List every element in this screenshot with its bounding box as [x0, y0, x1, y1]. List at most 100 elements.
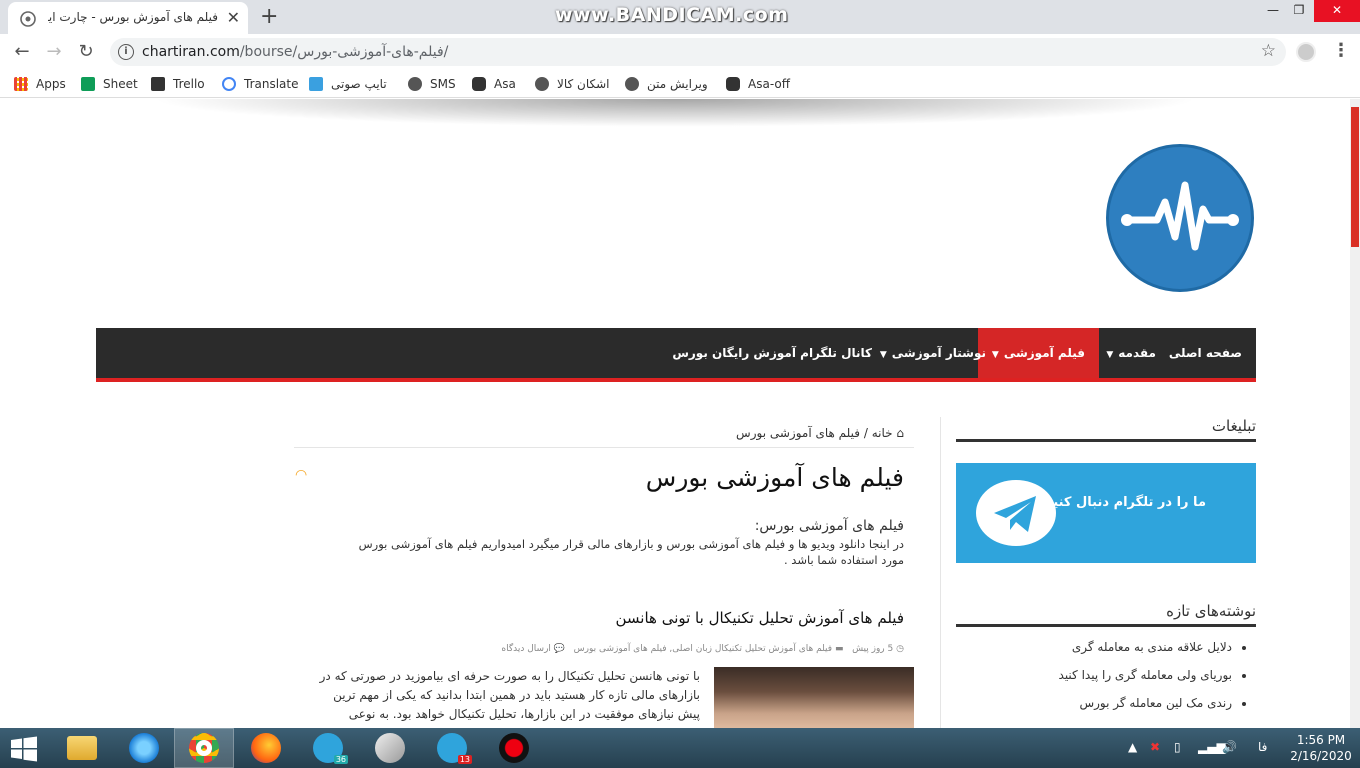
clock-date: 2/16/2020 [1290, 749, 1352, 763]
network-error-icon[interactable]: ✖ [1150, 740, 1160, 754]
bookmark-label: SMS [430, 77, 456, 91]
bookmark-asa[interactable]: Asa [472, 75, 516, 93]
bookmarks-bar: Apps Sheet Trello Translate تایپ صوتی SM… [0, 70, 1360, 98]
bandicam-watermark: www.BANDICAM.com [555, 4, 789, 26]
taskbar-file-explorer[interactable] [52, 728, 112, 768]
column-divider [940, 417, 941, 728]
sheets-icon [81, 77, 95, 91]
site-info-icon[interactable]: i [118, 44, 134, 60]
nav-label: مقدمه [1118, 346, 1156, 360]
bookmark-label: Translate [244, 77, 299, 91]
post-time: 5 روز پیش [852, 644, 894, 654]
breadcrumb-separator: / [863, 426, 868, 440]
page-scrollbar[interactable] [1350, 99, 1360, 728]
breadcrumb-divider [294, 447, 914, 448]
recent-post-label: بوریای ولی معامله گری را پیدا کنید [1058, 668, 1232, 682]
profile-avatar-icon[interactable] [1296, 42, 1316, 62]
windows-taskbar: 36 13 ▲ ✖ ▯ ▂▄▆ 🔊 فا 1:56 PM 2/16/2020 [0, 728, 1360, 768]
ads-widget-title: تبلیغات [1211, 417, 1256, 435]
bookmark-sms[interactable]: SMS [408, 75, 456, 93]
tray-expand-icon[interactable]: ▲ [1128, 740, 1137, 754]
back-icon[interactable]: ← [10, 40, 34, 64]
reload-icon[interactable]: ↻ [74, 40, 98, 64]
recent-posts-title: نوشته‌های تازه [1166, 602, 1256, 620]
taskbar-firefox[interactable] [236, 728, 296, 768]
description-line: در اینجا دانلود ویدیو ها و فیلم های آموز… [358, 537, 904, 551]
breadcrumb-current: فیلم های آموزشی بورس [736, 426, 860, 440]
bookmark-ashkan-kala[interactable]: اشکان کالا [535, 75, 610, 93]
bookmark-translate[interactable]: Translate [222, 75, 299, 93]
web-page: صفحه اصلی مقدمه ▼ فیلم آموزشی ▼ نوشتار آمو… [0, 99, 1350, 728]
bookmark-label: تایپ صوتی [331, 77, 387, 91]
recent-post-label: دلایل علاقه مندی به معامله گری [1071, 640, 1232, 654]
taskbar-rocket[interactable] [360, 728, 420, 768]
bookmark-trello[interactable]: Trello [151, 75, 205, 93]
widget-divider [956, 624, 1256, 627]
nav-home[interactable]: صفحه اصلی [1155, 328, 1256, 378]
ad-text: ما را در تلگرام دنبال کنید [1045, 495, 1206, 510]
close-window-icon[interactable]: ✕ [1314, 0, 1360, 22]
asa-icon [726, 77, 740, 91]
system-clock[interactable]: 1:56 PM 2/16/2020 [1288, 732, 1354, 764]
page-title: فیلم های آموزشی بورس [645, 463, 904, 492]
forward-icon[interactable]: → [42, 40, 66, 64]
bookmark-asa-off[interactable]: Asa-off [726, 75, 790, 93]
input-language[interactable]: فا [1258, 740, 1267, 754]
globe-icon [408, 77, 422, 91]
bookmark-label: Sheet [103, 77, 138, 91]
clock-time: 1:56 PM [1296, 733, 1346, 747]
bookmark-sheet[interactable]: Sheet [81, 75, 138, 93]
bookmark-voice-typing[interactable]: تایپ صوتی [309, 75, 387, 93]
chrome-menu-icon[interactable]: ⋮ [1332, 40, 1350, 61]
bookmark-star-icon[interactable]: ☆ [1261, 41, 1276, 61]
nav-label: کانال تلگرام آموزش رایگان بورس [672, 346, 872, 360]
chrome-favicon-icon [20, 11, 36, 27]
recent-post-label: رندی مک لین معامله گر بورس [1079, 696, 1232, 710]
post-thumbnail[interactable] [714, 667, 914, 728]
breadcrumb-home[interactable]: خانه [872, 426, 893, 440]
site-logo[interactable] [1106, 144, 1254, 292]
post-excerpt-line: بازارهای مالی تازه کار هستید باید در همی… [333, 688, 700, 702]
nav-telegram-channel[interactable]: کانال تلگرام آموزش رایگان بورس [658, 328, 886, 378]
recent-post-link[interactable]: رندی مک لین معامله گر بورس [1079, 696, 1246, 710]
post-meta: ◷ 5 روز پیش ▬ فیلم های آموزش تحلیل تکنیک… [501, 644, 904, 654]
description-heading: فیلم های آموزشی بورس: [754, 518, 904, 534]
restore-icon[interactable]: ❐ [1284, 0, 1314, 22]
home-icon[interactable]: ⌂ [896, 426, 904, 440]
globe-icon [625, 77, 639, 91]
bullet [1242, 645, 1246, 650]
rss-icon[interactable]: ◠ [295, 467, 307, 483]
trello-icon [151, 77, 165, 91]
post-comment-link[interactable]: ارسال دیدگاه [501, 644, 551, 654]
widget-divider [956, 439, 1256, 442]
nav-intro[interactable]: مقدمه ▼ [1092, 328, 1170, 378]
nav-label: فیلم آموزشی [1003, 346, 1085, 360]
bookmark-apps[interactable]: Apps [14, 75, 66, 93]
browser-tab[interactable]: فیلم های آموزش بورس - چارت ایرا ✕ [8, 2, 248, 34]
telegram-ad-banner[interactable]: ما را در تلگرام دنبال کنید [956, 463, 1256, 563]
address-bar[interactable]: i chartiran.com/bourse/فیلم-های-آموزشی-ب… [110, 38, 1286, 66]
scrollbar-thumb[interactable] [1351, 107, 1359, 247]
post-categories[interactable]: فیلم های آموزش تحلیل تکنیکال زبان اصلی, … [574, 644, 832, 654]
recent-post-link[interactable]: بوریای ولی معامله گری را پیدا کنید [1059, 668, 1246, 682]
tab-close-icon[interactable]: ✕ [227, 8, 240, 27]
clock-icon: ◷ [896, 644, 904, 654]
rocket-icon [375, 733, 405, 763]
recent-post-link[interactable]: دلایل علاقه مندی به معامله گری [1072, 640, 1246, 654]
taskbar-telegram[interactable]: 36 [298, 728, 358, 768]
record-icon [499, 733, 529, 763]
windows-start-icon[interactable] [10, 736, 38, 762]
taskbar-chrome[interactable] [174, 728, 234, 768]
post-excerpt-line: پیش نیازهای موفقیت در این بازارها، تحلیل… [348, 707, 700, 721]
new-tab-icon[interactable]: + [260, 4, 278, 29]
apps-grid-icon [14, 77, 28, 91]
volume-icon[interactable]: 🔊 [1222, 740, 1237, 754]
device-icon[interactable]: ▯ [1174, 740, 1181, 754]
google-icon [222, 77, 236, 91]
bookmark-text-edit[interactable]: ویرایش متن [625, 75, 708, 93]
chevron-down-icon: ▼ [1106, 350, 1114, 360]
taskbar-bandicam[interactable] [484, 728, 544, 768]
taskbar-internet-explorer[interactable] [114, 728, 174, 768]
post-title-link[interactable]: فیلم های آموزش تحلیل تکنیکال با تونی هان… [615, 609, 904, 627]
taskbar-telegram-2[interactable]: 13 [422, 728, 482, 768]
